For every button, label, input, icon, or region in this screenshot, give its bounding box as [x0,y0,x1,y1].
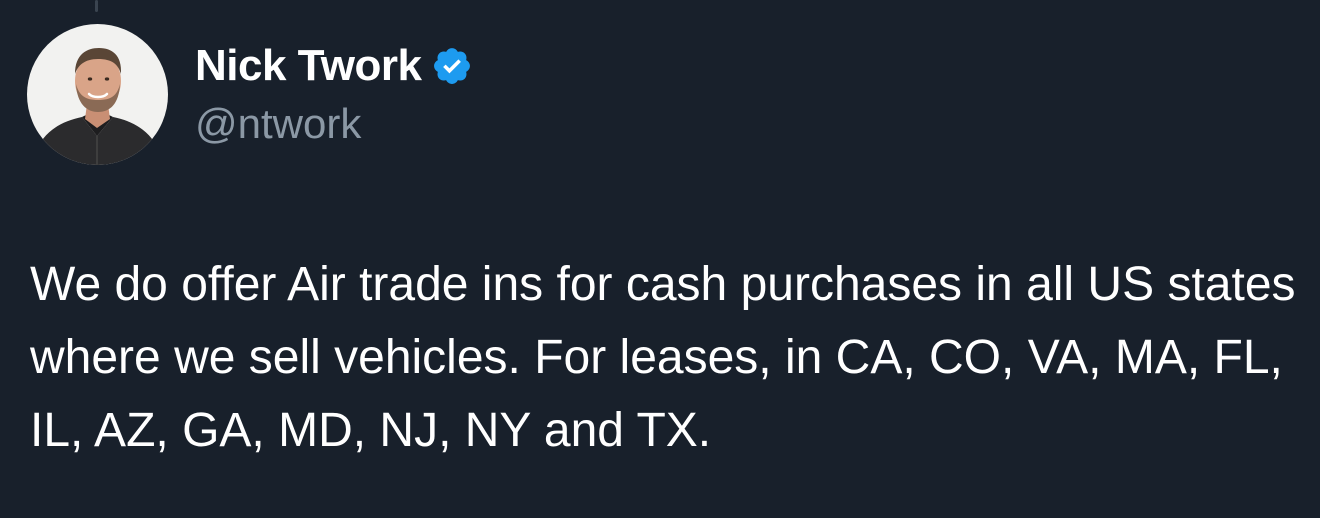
avatar[interactable] [27,24,168,165]
tweet-body-text: We do offer Air trade ins for cash purch… [30,258,1296,457]
avatar-photo [27,24,168,165]
author-handle[interactable]: @ntwork [195,100,361,148]
author-display-name[interactable]: Nick Twork [195,40,473,92]
thread-connector-line [95,0,98,12]
display-name-text: Nick Twork [195,41,422,90]
verified-badge-icon[interactable] [431,45,473,87]
